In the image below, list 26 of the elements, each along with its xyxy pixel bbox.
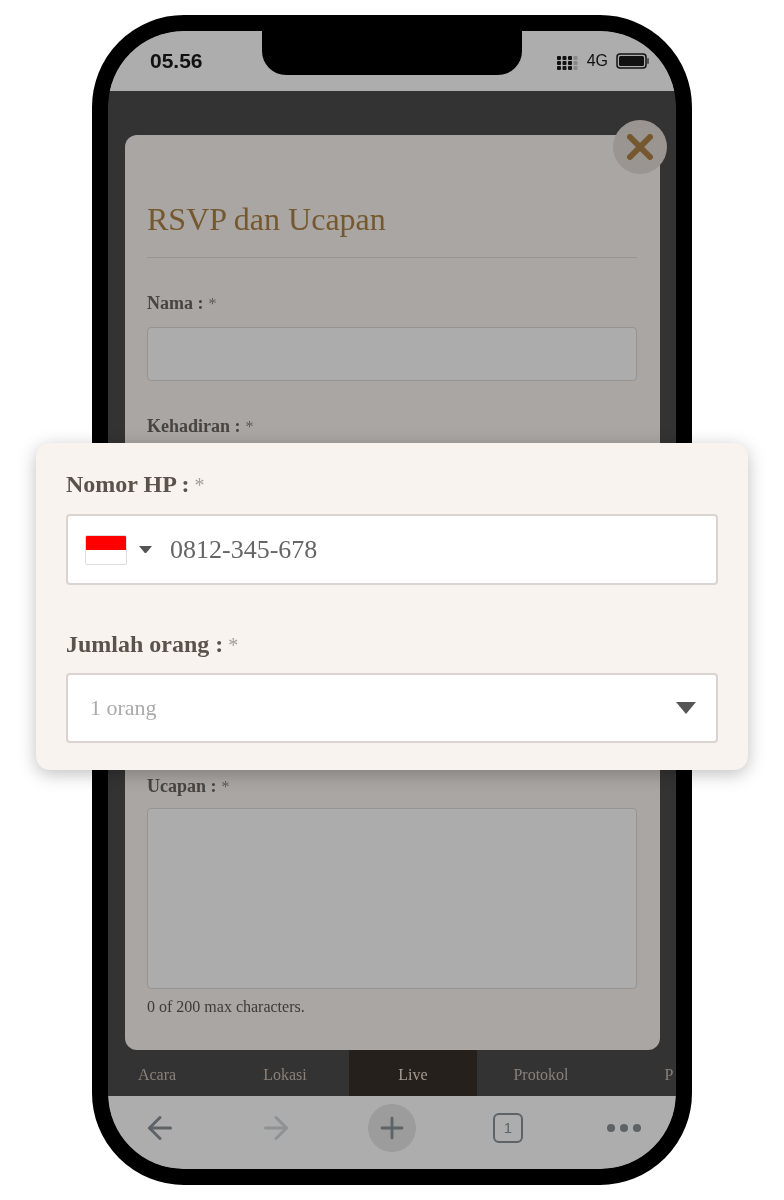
required-mark: * [228,633,239,658]
required-mark: * [208,294,217,314]
status-time: 05.56 [150,49,203,73]
caret-icon [676,702,696,714]
battery-icon [616,53,650,69]
character-counter: 0 of 200 max characters. [147,997,306,1017]
caret-icon [139,545,152,554]
field-label: Nomor HP : [66,470,190,499]
required-mark: * [221,777,230,797]
flag-icon [85,534,127,565]
field-label: Ucapan : [147,775,217,798]
field-label: Kehadiran : [147,415,241,438]
dialog-title: RSVP dan Ucapan [147,200,387,239]
new-tab-button[interactable] [368,1103,416,1152]
network-label: 4G [586,52,608,70]
required-mark: * [194,473,205,498]
close-button[interactable] [613,120,667,174]
close-icon [627,134,653,160]
field-label: Jumlah orang : [66,630,224,659]
people-select[interactable]: 1 orang [66,673,718,743]
field-label: Nama : [147,292,204,315]
phone-field[interactable]: 0812-345-678 [66,514,718,585]
more-icon [607,1123,641,1132]
required-mark: * [245,417,254,437]
tabs-button[interactable]: 1 [484,1103,532,1152]
name-input[interactable] [147,327,637,381]
